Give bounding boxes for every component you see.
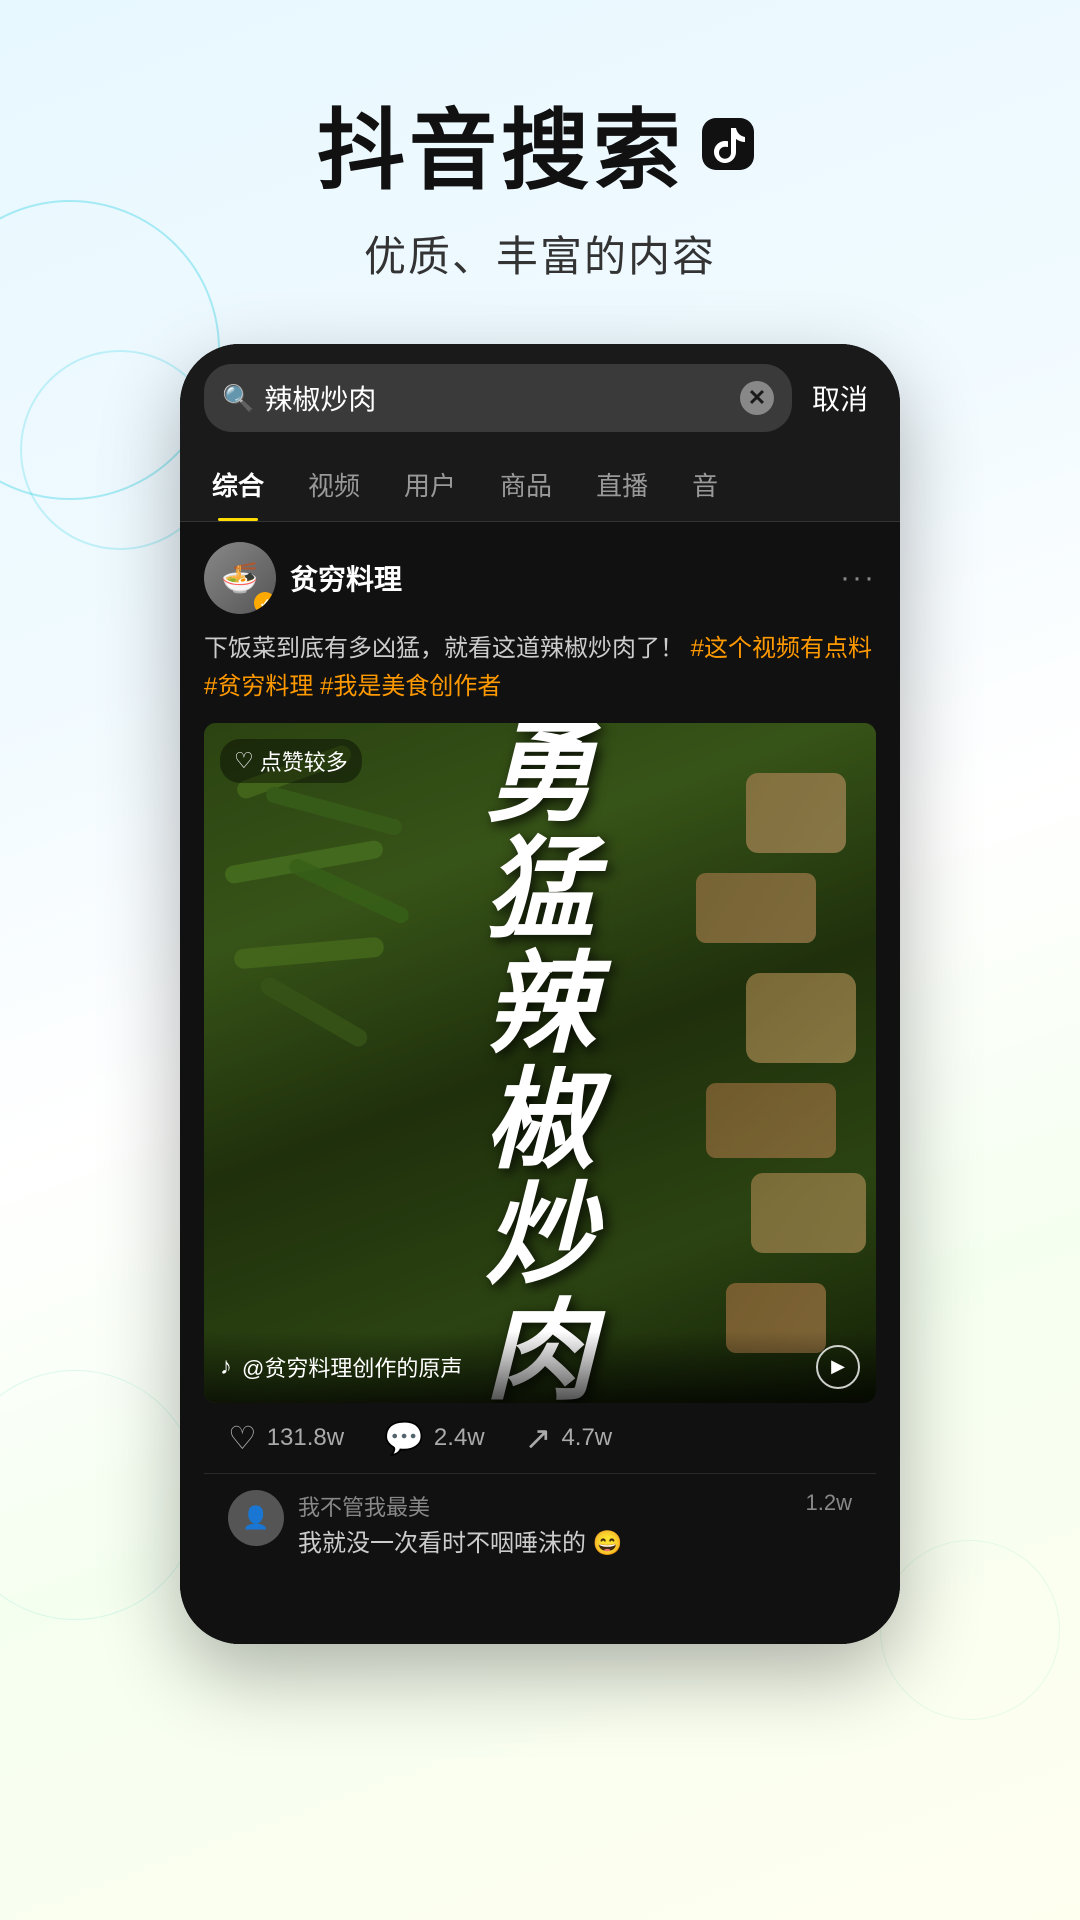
clear-button[interactable]: ✕ [740,381,774,415]
comment-username: 我不管我最美 [298,1490,792,1522]
comment-text: 我就没一次看时不咽唾沫的 😄 [298,1526,792,1562]
video-text-overlay: 勇猛辣椒炒肉 [204,723,876,1403]
comment-avatar: 👤 [228,1490,284,1546]
comment-count: 2.4w [434,1424,485,1452]
share-action-icon: ↗ [525,1419,552,1457]
cancel-button[interactable]: 取消 [804,378,876,418]
tiktok-logo-icon [693,109,763,179]
play-icon: ▶ [831,1356,845,1377]
share-action[interactable]: ↗ 4.7w [525,1419,613,1457]
tiktok-small-icon: ♪ [220,1353,232,1381]
search-icon: 🔍 [222,383,254,414]
heart-action-icon: ♡ [228,1419,257,1457]
search-input-wrap[interactable]: 🔍 辣椒炒肉 ✕ [204,364,792,432]
tab-item-视频[interactable]: 视频 [286,448,382,521]
header-subtitle: 优质、丰富的内容 [0,223,1080,284]
app-title-text: 抖音搜索 [317,80,685,207]
more-options-button[interactable]: ··· [840,561,876,595]
header-area: 抖音搜索 优质、丰富的内容 [0,0,1080,324]
action-bar: ♡ 131.8w 💬 2.4w ↗ 4.7w [204,1403,876,1474]
search-bar-row: 🔍 辣椒炒肉 ✕ 取消 [180,344,900,448]
tab-item-音[interactable]: 音 [670,448,740,521]
comment-action[interactable]: 💬 2.4w [384,1419,485,1457]
tab-bar: 综合 视频 用户 商品 直播 音 [180,448,900,522]
heart-icon: ♡ [234,748,254,774]
tab-item-综合[interactable]: 综合 [190,448,286,521]
video-background: 勇猛辣椒炒肉 [204,723,876,1403]
likes-badge: ♡ 点赞较多 [220,739,362,783]
play-button[interactable]: ▶ [816,1345,860,1389]
sound-info: ♪ @贫穷料理创作的原声 [220,1351,462,1383]
post-card: 🍜 ✓ 贫穷料理 ··· 下饭菜到底有多凶猛，就看这道辣椒炒肉了！ #这个视频有… [180,522,900,1578]
comment-preview: 👤 我不管我最美 我就没一次看时不咽唾沫的 😄 1.2w [204,1474,876,1578]
post-header: 🍜 ✓ 贫穷料理 ··· [204,542,876,614]
comment-likes: 1.2w [806,1490,852,1516]
phone-inner: 🔍 辣椒炒肉 ✕ 取消 综合 视频 用户 商品 [180,344,900,1644]
likes-badge-text: 点赞较多 [260,745,348,777]
content-area: 🍜 ✓ 贫穷料理 ··· 下饭菜到底有多凶猛，就看这道辣椒炒肉了！ #这个视频有… [180,522,900,1644]
tab-item-直播[interactable]: 直播 [574,448,670,521]
video-thumbnail[interactable]: 勇猛辣椒炒肉 ♡ 点赞较多 ♪ [204,723,876,1403]
phone-container: 🔍 辣椒炒肉 ✕ 取消 综合 视频 用户 商品 [0,344,1080,1644]
app-title-row: 抖音搜索 [0,80,1080,207]
post-description-normal: 下饭菜到底有多凶猛，就看这道辣椒炒肉了！ [204,635,684,662]
video-main-text: 勇猛辣椒炒肉 [455,723,625,1403]
phone-frame: 🔍 辣椒炒肉 ✕ 取消 综合 视频 用户 商品 [180,344,900,1644]
sound-text: @贫穷料理创作的原声 [242,1351,462,1383]
username[interactable]: 贫穷料理 [290,558,402,598]
comment-content: 我不管我最美 我就没一次看时不咽唾沫的 😄 [298,1490,792,1562]
verified-badge: ✓ [254,592,276,614]
like-count: 131.8w [267,1424,344,1452]
post-description: 下饭菜到底有多凶猛，就看这道辣椒炒肉了！ #这个视频有点料 #贫穷料理 #我是美… [204,630,876,707]
avatar[interactable]: 🍜 ✓ [204,542,276,614]
user-info: 🍜 ✓ 贫穷料理 [204,542,402,614]
video-bottom-bar: ♪ @贫穷料理创作的原声 ▶ [204,1331,876,1403]
share-count: 4.7w [561,1424,612,1452]
comment-action-icon: 💬 [384,1419,424,1457]
search-query-text: 辣椒炒肉 [264,378,730,418]
like-action[interactable]: ♡ 131.8w [228,1419,344,1457]
tab-item-用户[interactable]: 用户 [382,448,478,521]
tab-item-商品[interactable]: 商品 [478,448,574,521]
